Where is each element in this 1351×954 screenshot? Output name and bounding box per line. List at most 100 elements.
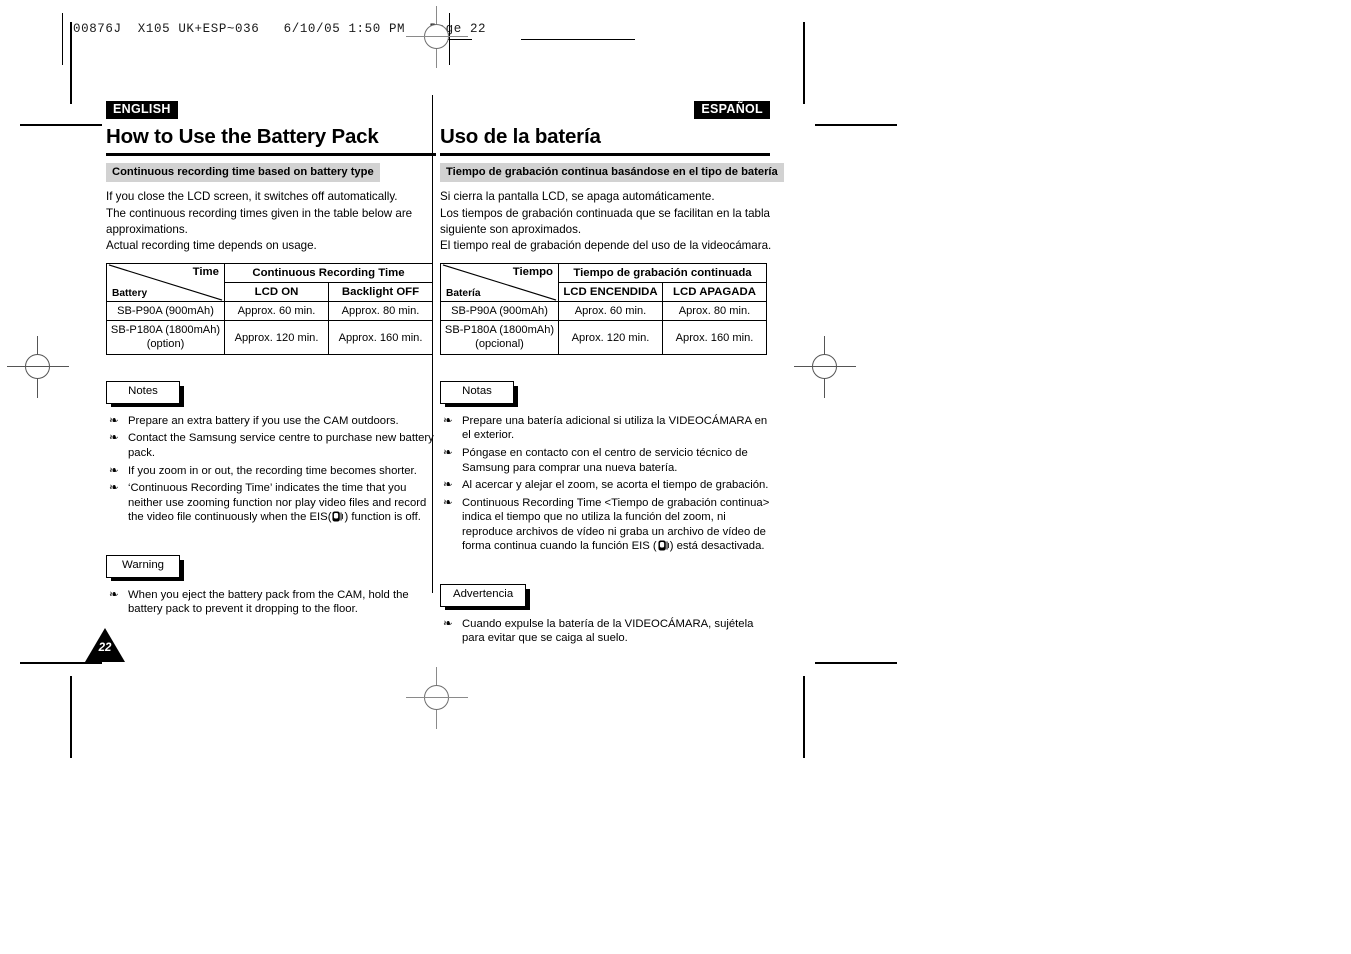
list-item-text: Prepare an extra battery if you use the … — [128, 414, 399, 427]
english-notes-list: ❧ Prepare an extra battery if you use th… — [106, 414, 436, 525]
table-col-header: Backlight OFF — [328, 282, 433, 303]
spanish-title-rule — [440, 152, 770, 156]
english-warning-block: Warning ❧ When you eject the battery pac… — [106, 554, 436, 617]
list-item: ❧ Contact the Samsung service centre to … — [106, 431, 436, 460]
table-group-header: Continuous Recording Time — [224, 263, 433, 284]
table-corner-cell: Time Battery — [106, 263, 225, 303]
english-intro-line: approximations. — [106, 222, 188, 236]
clover-bullet-icon: ❧ — [109, 432, 119, 445]
eis-hand-icon — [332, 511, 344, 522]
table-value-cell: Approx. 80 min. — [328, 301, 433, 322]
table-battery-note: (option) — [146, 337, 185, 350]
list-item-text: Al acercar y alejar el zoom, se acorta e… — [462, 479, 769, 492]
table-row: SB-P180A (1800mAh) (option) Approx. 120 … — [106, 320, 433, 356]
list-item: ❧ Al acercar y alejar el zoom, se acorta… — [440, 478, 770, 493]
english-column: ENGLISH How to Use the Battery Pack Cont… — [106, 100, 436, 620]
table-battery-name: SB-P180A (1800mAh) — [444, 324, 555, 337]
list-item-text: If you zoom in or out, the recording tim… — [128, 464, 417, 477]
table-value-cell: Approx. 60 min. — [224, 301, 329, 322]
table-row: SB-P90A (900mAh) Aprox. 60 min. Aprox. 8… — [440, 301, 767, 322]
table-value-cell: Approx. 120 min. — [224, 320, 329, 356]
spanish-notes-label: Notas — [440, 381, 518, 407]
slug-underline — [521, 39, 635, 41]
clover-bullet-icon: ❧ — [443, 446, 453, 459]
table-header-row: Tiempo Batería Tiempo de grabación conti… — [440, 263, 767, 303]
clover-bullet-icon: ❧ — [109, 464, 119, 477]
table-corner-cell: Tiempo Batería — [440, 263, 559, 303]
spanish-notes-list: ❧ Prepare una batería adicional si utili… — [440, 414, 770, 554]
spanish-lang-row: ESPAÑOL — [440, 100, 770, 121]
table-header-row: Time Battery Continuous Recording Time — [106, 263, 433, 303]
list-item-text: Cuando expulse la batería de la VIDEOCÁM… — [462, 617, 754, 645]
list-item: ❧ Prepare an extra battery if you use th… — [106, 414, 436, 429]
spanish-battery-table: Tiempo Batería Tiempo de grabación conti… — [440, 263, 767, 356]
table-value-cell: Approx. 160 min. — [328, 320, 433, 356]
crop-mark-top-right-v — [803, 22, 805, 104]
table-value-cell: Aprox. 160 min. — [662, 320, 767, 356]
spanish-section-bar: Tiempo de grabación continua basándose e… — [440, 162, 784, 183]
table-row: SB-P90A (900mAh) Approx. 60 min. Approx.… — [106, 301, 433, 322]
clover-bullet-icon: ❧ — [109, 482, 119, 495]
table-value-cell: Aprox. 120 min. — [558, 320, 663, 356]
table-corner-top-label: Tiempo — [512, 266, 553, 279]
crop-mark-top-right-h — [815, 124, 897, 126]
english-battery-table: Time Battery Continuous Recording Time L… — [106, 263, 433, 356]
clover-bullet-icon: ❧ — [443, 617, 453, 630]
spanish-warning-block: Advertencia ❧ Cuando expulse la batería … — [440, 584, 770, 646]
table-col-header: LCD APAGADA — [662, 282, 767, 303]
page-number: 22 — [98, 642, 112, 654]
crop-mark-bottom-left-v — [70, 676, 72, 758]
spanish-notes-block: Notas ❧ Prepare una batería adicional si… — [440, 381, 770, 554]
table-value-cell: Aprox. 80 min. — [662, 301, 767, 322]
table-col-header: LCD ON — [224, 282, 329, 303]
spanish-intro-line: Si cierra la pantalla LCD, se apaga auto… — [440, 190, 715, 204]
english-page-title: How to Use the Battery Pack — [106, 125, 379, 148]
list-item: ❧ Póngase en contacto con el centro de s… — [440, 446, 770, 475]
crop-mark-bottom-right-h — [815, 662, 897, 664]
clover-bullet-icon: ❧ — [109, 588, 119, 601]
table-corner-bottom-label: Batería — [446, 288, 481, 300]
list-item: ❧ Prepare una batería adicional si utili… — [440, 414, 770, 443]
spanish-column: ESPAÑOL Uso de la batería Tiempo de grab… — [440, 100, 784, 649]
table-battery-name: SB-P180A (1800mAh) — [110, 324, 221, 337]
crop-mark-bottom-left-h — [20, 662, 102, 664]
spanish-intro-line: Los tiempos de grabación continuada que … — [440, 206, 771, 220]
english-section-bar: Continuous recording time based on batte… — [106, 162, 380, 183]
table-value-cell: Aprox. 60 min. — [558, 301, 663, 322]
crop-mark-top-left-h — [20, 124, 102, 126]
table-corner-top-label: Time — [192, 266, 219, 279]
clover-bullet-icon: ❧ — [109, 414, 119, 427]
table-col-header: LCD ENCENDIDA — [558, 282, 663, 303]
english-notes-label: Notes — [106, 381, 184, 407]
spanish-language-tag: ESPAÑOL — [694, 101, 770, 120]
table-corner-bottom-label: Battery — [112, 288, 148, 300]
english-lang-row: ENGLISH — [106, 100, 436, 121]
list-item-text: Prepare una batería adicional si utiliza… — [462, 414, 768, 442]
english-language-tag: ENGLISH — [106, 101, 178, 120]
english-warning-list: ❧ When you eject the battery pack from t… — [106, 588, 436, 617]
table-battery-cell: SB-P90A (900mAh) — [440, 301, 559, 322]
english-warning-label: Warning — [106, 554, 184, 581]
spanish-intro-line: siguiente son aproximados. — [440, 222, 582, 236]
spanish-intro: Si cierra la pantalla LCD, se apaga auto… — [440, 189, 772, 254]
english-title-rule — [106, 152, 436, 156]
english-intro-line: The continuous recording times given in … — [106, 206, 413, 220]
english-intro-line: Actual recording time depends on usage. — [106, 239, 317, 253]
list-item: ❧ ‘Continuous Recording Time’ indicates … — [106, 481, 436, 525]
registration-mark-left — [7, 336, 69, 398]
table-battery-cell: SB-P180A (1800mAh) (option) — [106, 320, 225, 356]
spanish-intro-line: El tiempo real de grabación depende del … — [440, 239, 772, 253]
table-battery-note: (opcional) — [475, 337, 524, 350]
manual-page: 00876J X105 UK+ESP~036 6/10/05 1:50 PM P… — [0, 0, 1351, 954]
page-number-badge: 22 — [85, 628, 125, 662]
list-item-text: Póngase en contacto con el centro de ser… — [462, 446, 748, 474]
english-intro-line: If you close the LCD screen, it switches… — [106, 190, 398, 204]
clover-bullet-icon: ❧ — [443, 496, 453, 509]
list-item: ❧ If you zoom in or out, the recording t… — [106, 464, 436, 479]
slug-tick-left — [62, 13, 64, 65]
table-battery-cell: SB-P90A (900mAh) — [106, 301, 225, 322]
registration-mark-right — [794, 336, 856, 398]
registration-mark-top — [406, 6, 468, 68]
table-row: SB-P180A (1800mAh) (opcional) Aprox. 120… — [440, 320, 767, 356]
list-item: ❧ Cuando expulse la batería de la VIDEOC… — [440, 617, 770, 646]
